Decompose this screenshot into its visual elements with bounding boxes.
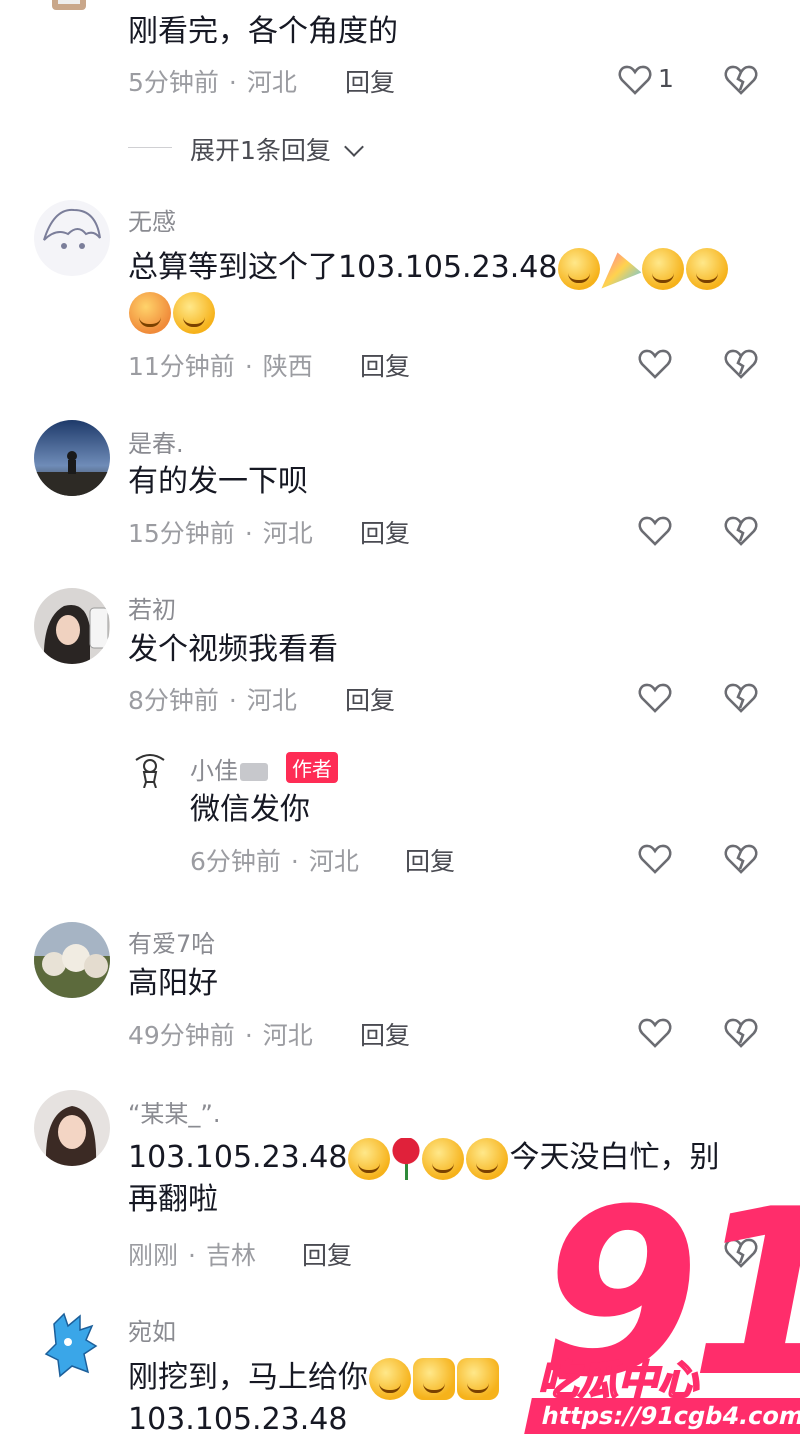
comment-text: 刚挖到，马上给你 <box>128 1354 500 1402</box>
comment-author[interactable]: 无感 <box>128 202 176 237</box>
broken-heart-icon[interactable] <box>724 347 758 381</box>
reply-button[interactable]: 回复 <box>360 1016 410 1052</box>
comment-region: 河北 <box>262 519 313 548</box>
heart-outline-icon[interactable] <box>638 681 672 715</box>
comment-region: 吉林 <box>205 1241 256 1270</box>
relieved-face-emoji <box>686 247 729 290</box>
avatar[interactable] <box>34 1310 110 1386</box>
reply-button[interactable]: 回复 <box>405 842 455 878</box>
comment-meta: 11分钟前 · 陕西 <box>128 352 313 381</box>
rose-emoji <box>391 1137 422 1180</box>
raising-hands-emoji <box>457 1357 499 1400</box>
comment-author[interactable]: 小佳 <box>190 751 268 786</box>
expand-replies-button[interactable]: 展开1条回复 <box>190 131 364 167</box>
reply-button[interactable]: 回复 <box>345 63 395 99</box>
reply-button[interactable]: 回复 <box>302 1236 352 1272</box>
comment-author[interactable]: 宛如 <box>128 1312 176 1347</box>
thumbs-up-emoji <box>413 1357 455 1400</box>
comment-meta: 15分钟前 · 河北 <box>128 519 313 548</box>
comment-meta: 5分钟前 · 河北 <box>128 68 297 97</box>
comment-text: 刚看完，各个角度的 <box>128 14 398 49</box>
avatar[interactable] <box>34 1090 110 1166</box>
comment-text: 微信发你 <box>190 792 310 827</box>
reply-button[interactable]: 回复 <box>360 514 410 550</box>
relieved-face-emoji <box>642 247 685 290</box>
expand-replies-label: 展开1条回复 <box>190 136 331 165</box>
comment-author[interactable]: “某某_”. <box>128 1094 221 1129</box>
comment-time: 11分钟前 <box>128 352 235 381</box>
comment-time: 刚刚 <box>128 1241 179 1270</box>
author-badge: 作者 <box>286 752 338 783</box>
party-popper-emoji <box>601 252 642 289</box>
comment-time: 15分钟前 <box>128 519 235 548</box>
comment-text: 总算等到这个了103.105.23.48 <box>128 244 729 292</box>
comment-time: 6分钟前 <box>190 847 281 876</box>
comment-text-content: 总算等到这个了103.105.23.48 <box>128 250 558 285</box>
comment-time: 5分钟前 <box>128 68 219 97</box>
hugging-face-emoji <box>466 1137 509 1180</box>
heart-outline-icon[interactable] <box>638 1016 672 1050</box>
comment-meta: 刚刚 · 吉林 <box>128 1241 256 1270</box>
comment-region: 河北 <box>262 1021 313 1050</box>
comment-text: 高阳好 <box>128 966 218 1001</box>
heart-outline-icon[interactable] <box>638 842 672 876</box>
comment-emoji-line <box>128 292 216 334</box>
comment-text-content: 刚挖到，马上给你 <box>128 1360 368 1395</box>
comment-author-name: 小佳 <box>190 757 238 785</box>
comment-meta: 8分钟前 · 河北 <box>128 686 297 715</box>
avatar[interactable] <box>34 922 110 998</box>
comment-region: 陕西 <box>262 352 313 381</box>
avatar[interactable] <box>132 752 168 788</box>
like-count: 1 <box>658 64 674 93</box>
camera-icon <box>240 763 268 781</box>
comment-text-content: 103.105.23.48 <box>128 1140 348 1175</box>
comment-author[interactable]: 若初 <box>128 590 176 625</box>
comment-text: 有的发一下呗 <box>128 464 308 499</box>
comment-text: 103.105.23.48 <box>128 1402 348 1437</box>
reply-button[interactable]: 回复 <box>345 681 395 717</box>
broken-heart-icon[interactable] <box>724 681 758 715</box>
divider <box>128 147 172 148</box>
comment-region: 河北 <box>246 68 297 97</box>
avatar[interactable] <box>34 588 110 664</box>
heart-outline-icon[interactable] <box>618 63 652 97</box>
watermark-url: https://91cgb4.com <box>524 1398 800 1434</box>
comment-author[interactable]: 是春. <box>128 424 184 459</box>
tearful-face-emoji <box>422 1137 465 1180</box>
comment-region: 河北 <box>308 847 359 876</box>
grinning-face-emoji <box>173 292 215 334</box>
avatar[interactable] <box>48 0 96 24</box>
broken-heart-icon[interactable] <box>724 842 758 876</box>
comment-meta: 49分钟前 · 河北 <box>128 1021 313 1050</box>
heart-outline-icon[interactable] <box>638 347 672 381</box>
avatar[interactable] <box>34 420 110 496</box>
hugging-face-emoji <box>129 292 171 334</box>
chevron-down-icon <box>343 137 364 157</box>
comment-text: 再翻啦 <box>128 1182 218 1217</box>
comment-meta: 6分钟前 · 河北 <box>190 847 359 876</box>
comment-text: 发个视频我看看 <box>128 632 338 667</box>
reply-button[interactable]: 回复 <box>360 347 410 383</box>
comment-time: 8分钟前 <box>128 686 219 715</box>
broken-heart-icon[interactable] <box>724 63 758 97</box>
comment-author[interactable]: 有爱7哈 <box>128 924 215 959</box>
broken-heart-icon[interactable] <box>724 1016 758 1050</box>
comment-time: 49分钟前 <box>128 1021 235 1050</box>
broken-heart-icon[interactable] <box>724 514 758 548</box>
avatar[interactable] <box>34 200 110 276</box>
crying-face-emoji <box>348 1137 391 1180</box>
smiling-face-emoji <box>558 247 601 290</box>
star-struck-emoji <box>369 1357 411 1400</box>
heart-outline-icon[interactable] <box>638 514 672 548</box>
comment-region: 河北 <box>246 686 297 715</box>
